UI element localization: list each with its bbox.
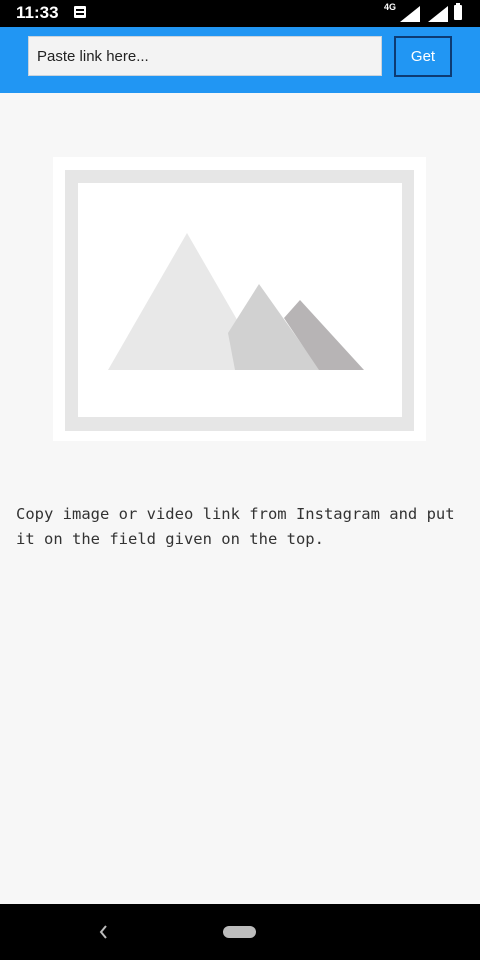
signal-icon (400, 6, 420, 22)
status-time: 11:33 (16, 3, 59, 22)
status-bar: 11:33 4G (0, 0, 480, 27)
media-preview (53, 157, 426, 441)
signal-icon (428, 6, 448, 22)
image-placeholder-icon (53, 157, 426, 441)
network-type-label: 4G (384, 2, 397, 12)
home-pill-icon[interactable] (223, 926, 256, 938)
instruction-text: Copy image or video link from Instagram … (16, 505, 455, 548)
battery-icon (454, 3, 462, 20)
app-screen: 11:33 4G Get Copy image or video link fr… (0, 0, 480, 960)
navigation-bar (0, 904, 480, 960)
get-button[interactable]: Get (394, 36, 452, 77)
notification-icon (74, 6, 86, 18)
link-input[interactable] (28, 36, 382, 76)
back-icon[interactable] (96, 921, 112, 943)
link-bar: Get (0, 27, 480, 93)
